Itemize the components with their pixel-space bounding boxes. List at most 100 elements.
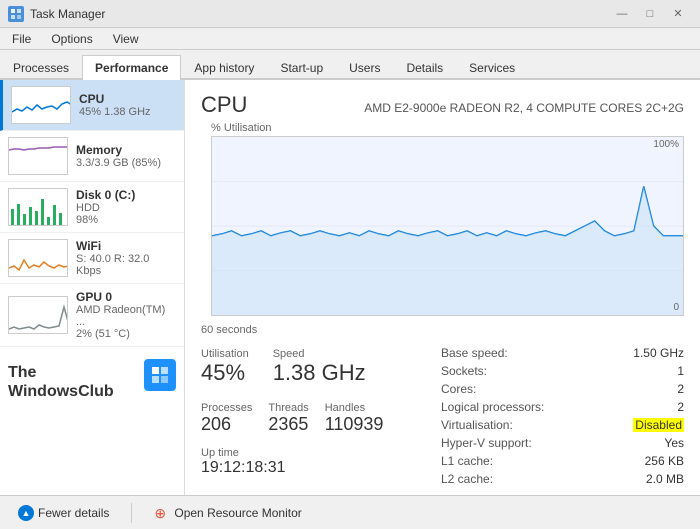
logical-val: 2 bbox=[677, 400, 684, 414]
threads-label: Threads bbox=[268, 402, 308, 414]
uptime-label: Up time bbox=[201, 447, 421, 459]
open-resource-label: Open Resource Monitor bbox=[174, 506, 301, 520]
resource-monitor-icon: ⊕ bbox=[154, 505, 170, 521]
sockets-key: Sockets: bbox=[441, 364, 487, 378]
tab-app-history[interactable]: App history bbox=[181, 55, 267, 80]
stat-cores: Cores: 2 bbox=[441, 380, 684, 398]
proc-thread-row: Processes 206 Threads 2365 Handles 11093… bbox=[201, 398, 421, 439]
sidebar: CPU 45% 1.38 GHz Memory 3.3/3.9 GB (85%) bbox=[0, 80, 185, 495]
watermark-icon bbox=[144, 359, 176, 391]
cpu-sidebar-info: CPU 45% 1.38 GHz bbox=[79, 92, 176, 118]
base-speed-val: 1.50 GHz bbox=[633, 346, 684, 360]
wifi-sidebar-info: WiFi S: 40.0 R: 32.0 Kbps bbox=[76, 239, 176, 277]
virt-key: Virtualisation: bbox=[441, 418, 513, 432]
cpu-model: AMD E2-9000e RADEON R2, 4 COMPUTE CORES … bbox=[364, 101, 684, 115]
window-controls: — □ ✕ bbox=[608, 4, 692, 24]
l1-val: 256 KB bbox=[645, 454, 684, 468]
fewer-details-icon: ▲ bbox=[18, 505, 34, 521]
handles-stat: Handles 110939 bbox=[325, 398, 384, 439]
sidebar-item-cpu[interactable]: CPU 45% 1.38 GHz bbox=[0, 80, 184, 131]
cpu-title: CPU bbox=[201, 92, 247, 118]
content-area: CPU AMD E2-9000e RADEON R2, 4 COMPUTE CO… bbox=[185, 80, 700, 495]
tab-users[interactable]: Users bbox=[336, 55, 393, 80]
fewer-details-button[interactable]: ▲ Fewer details bbox=[12, 501, 115, 525]
memory-sidebar-subtitle: 3.3/3.9 GB (85%) bbox=[76, 157, 176, 169]
disk-sidebar-info: Disk 0 (C:) HDD 98% bbox=[76, 188, 176, 226]
main-content: CPU 45% 1.38 GHz Memory 3.3/3.9 GB (85%) bbox=[0, 80, 700, 495]
gpu-sidebar-info: GPU 0 AMD Radeon(TM) ... 2% (51 °C) bbox=[76, 290, 176, 340]
utilisation-value: 45% bbox=[201, 360, 249, 386]
menu-view[interactable]: View bbox=[109, 31, 143, 47]
stat-sockets: Sockets: 1 bbox=[441, 362, 684, 380]
wifi-sidebar-title: WiFi bbox=[76, 239, 176, 253]
sidebar-item-wifi[interactable]: WiFi S: 40.0 R: 32.0 Kbps bbox=[0, 233, 184, 284]
tab-performance[interactable]: Performance bbox=[82, 55, 181, 80]
menu-file[interactable]: File bbox=[8, 31, 35, 47]
stat-l2: L2 cache: 2.0 MB bbox=[441, 470, 684, 488]
stat-logical: Logical processors: 2 bbox=[441, 398, 684, 416]
stat-virtualisation: Virtualisation: Disabled bbox=[441, 416, 684, 434]
menu-options[interactable]: Options bbox=[47, 31, 96, 47]
tab-processes[interactable]: Processes bbox=[0, 55, 82, 80]
memory-sidebar-info: Memory 3.3/3.9 GB (85%) bbox=[76, 143, 176, 169]
chart-max: 100% bbox=[653, 139, 679, 150]
uptime-value: 19:12:18:31 bbox=[201, 459, 421, 477]
threads-value: 2365 bbox=[268, 414, 308, 435]
cpu-sidebar-subtitle: 45% 1.38 GHz bbox=[79, 106, 176, 118]
disk-sidebar-subtitle2: 98% bbox=[76, 214, 176, 226]
processes-label: Processes bbox=[201, 402, 252, 414]
open-resource-monitor-button[interactable]: ⊕ Open Resource Monitor bbox=[148, 501, 307, 525]
util-speed-row: Utilisation 45% Speed 1.38 GHz bbox=[201, 344, 421, 390]
cpu-header: CPU AMD E2-9000e RADEON R2, 4 COMPUTE CO… bbox=[201, 92, 684, 118]
wifi-sidebar-subtitle: S: 40.0 R: 32.0 Kbps bbox=[76, 253, 176, 277]
gpu-sidebar-subtitle2: 2% (51 °C) bbox=[76, 328, 176, 340]
sidebar-item-disk[interactable]: Disk 0 (C:) HDD 98% bbox=[0, 182, 184, 233]
fewer-details-label: Fewer details bbox=[38, 506, 109, 520]
processes-value: 206 bbox=[201, 414, 252, 435]
close-button[interactable]: ✕ bbox=[664, 4, 692, 24]
handles-label: Handles bbox=[325, 402, 384, 414]
chart-wrapper: % Utilisation 100% 0 bbox=[211, 122, 684, 316]
wifi-thumbnail bbox=[8, 239, 68, 277]
l1-key: L1 cache: bbox=[441, 454, 493, 468]
stat-hyperv: Hyper-V support: Yes bbox=[441, 434, 684, 452]
cores-key: Cores: bbox=[441, 382, 476, 396]
l2-key: L2 cache: bbox=[441, 472, 493, 486]
chart-time: 60 seconds bbox=[201, 324, 684, 336]
left-stats: Utilisation 45% Speed 1.38 GHz Processes… bbox=[201, 344, 421, 488]
cpu-thumbnail bbox=[11, 86, 71, 124]
sidebar-item-gpu[interactable]: GPU 0 AMD Radeon(TM) ... 2% (51 °C) bbox=[0, 284, 184, 347]
tab-services[interactable]: Services bbox=[456, 55, 528, 80]
gpu-thumbnail bbox=[8, 296, 68, 334]
utilisation-stat: Utilisation 45% bbox=[201, 344, 249, 390]
hyperv-key: Hyper-V support: bbox=[441, 436, 532, 450]
watermark-area: The WindowsClub bbox=[0, 347, 184, 417]
virt-val: Disabled bbox=[633, 418, 684, 432]
footer: ▲ Fewer details ⊕ Open Resource Monitor bbox=[0, 495, 700, 529]
minimize-button[interactable]: — bbox=[608, 4, 636, 24]
chart-min: 0 bbox=[673, 302, 679, 313]
speed-stat: Speed 1.38 GHz bbox=[273, 344, 366, 390]
utilisation-label: Utilisation bbox=[201, 348, 249, 360]
app-icon bbox=[8, 6, 24, 22]
menu-bar: File Options View bbox=[0, 28, 700, 50]
speed-value: 1.38 GHz bbox=[273, 360, 366, 386]
footer-divider bbox=[131, 503, 132, 523]
maximize-button[interactable]: □ bbox=[636, 4, 664, 24]
cores-val: 2 bbox=[677, 382, 684, 396]
tab-startup[interactable]: Start-up bbox=[267, 55, 336, 80]
right-stats: Base speed: 1.50 GHz Sockets: 1 Cores: 2… bbox=[441, 344, 684, 488]
gpu-sidebar-title: GPU 0 bbox=[76, 290, 176, 304]
handles-value: 110939 bbox=[325, 414, 384, 435]
disk-sidebar-title: Disk 0 (C:) bbox=[76, 188, 176, 202]
uptime-stat: Up time 19:12:18:31 bbox=[201, 447, 421, 477]
disk-thumbnail bbox=[8, 188, 68, 226]
base-speed-key: Base speed: bbox=[441, 346, 508, 360]
gpu-sidebar-subtitle1: AMD Radeon(TM) ... bbox=[76, 304, 176, 328]
logical-key: Logical processors: bbox=[441, 400, 544, 414]
sidebar-item-memory[interactable]: Memory 3.3/3.9 GB (85%) bbox=[0, 131, 184, 182]
title-bar-text: Task Manager bbox=[30, 7, 105, 21]
tab-details[interactable]: Details bbox=[393, 55, 456, 80]
hyperv-val: Yes bbox=[664, 436, 684, 450]
l2-val: 2.0 MB bbox=[646, 472, 684, 486]
